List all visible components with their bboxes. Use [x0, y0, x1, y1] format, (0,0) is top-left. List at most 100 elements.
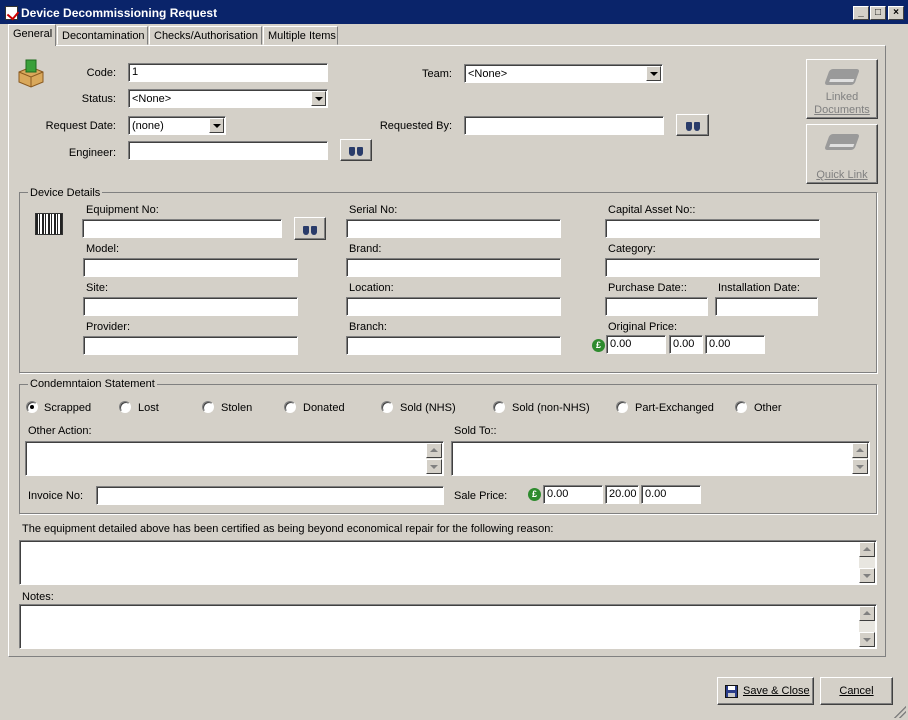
condemnation-title: Condemntaion Statement [28, 378, 157, 390]
requested-by-search-button[interactable] [676, 114, 709, 136]
brand-input[interactable] [346, 258, 561, 277]
notes-scrollbar[interactable] [859, 606, 875, 647]
cancel-label: Cancel [839, 685, 874, 697]
branch-label: Branch: [349, 321, 387, 333]
radio-sold-non-nhs-label[interactable]: Sold (non-NHS) [512, 402, 590, 414]
model-label: Model: [86, 243, 120, 255]
save-close-button[interactable]: Save & Close [717, 677, 814, 705]
radio-stolen-label[interactable]: Stolen [221, 402, 252, 414]
original-price-total[interactable]: 0.00 [705, 335, 765, 354]
original-price-pounds[interactable]: 0.00 [606, 335, 666, 354]
radio-sold-non-nhs[interactable] [493, 401, 505, 413]
notes-textarea[interactable] [19, 604, 877, 649]
reason-label: The equipment detailed above has been ce… [22, 523, 554, 535]
invoice-no-label: Invoice No: [28, 490, 84, 502]
category-input[interactable] [605, 258, 820, 277]
invoice-no-input[interactable] [96, 486, 444, 505]
request-date-picker[interactable]: (none) [128, 116, 226, 135]
serial-no-label: Serial No: [349, 204, 398, 216]
radio-lost-label[interactable]: Lost [138, 402, 159, 414]
engineer-input[interactable] [128, 141, 328, 160]
engineer-search-button[interactable] [340, 139, 372, 161]
scroll-up-icon[interactable] [852, 443, 868, 458]
radio-lost[interactable] [119, 401, 131, 413]
status-dropdown[interactable]: <None> [128, 89, 328, 108]
cancel-button[interactable]: Cancel [820, 677, 893, 705]
equipment-no-input[interactable] [82, 219, 282, 238]
sale-price-vat[interactable]: 20.00 [605, 485, 639, 504]
title-bar: Device Decommissioning Request _ □ × [0, 0, 908, 24]
tab-checks-authorisation[interactable]: Checks/Authorisation [149, 26, 262, 45]
equipment-search-button[interactable] [294, 217, 326, 240]
other-action-scrollbar[interactable] [426, 443, 442, 474]
scroll-up-icon[interactable] [859, 542, 875, 557]
barcode-icon [35, 213, 63, 235]
scroll-up-icon[interactable] [859, 606, 875, 621]
capital-asset-no-input[interactable] [605, 219, 820, 238]
scroll-down-icon[interactable] [852, 459, 868, 474]
sale-price-pounds[interactable]: 0.00 [543, 485, 603, 504]
reason-textarea[interactable] [19, 540, 877, 585]
scroll-down-icon[interactable] [859, 632, 875, 647]
radio-scrapped[interactable] [26, 401, 38, 413]
tab-decontamination[interactable]: Decontamination [57, 26, 148, 45]
book-icon [824, 134, 860, 150]
radio-donated-label[interactable]: Donated [303, 402, 345, 414]
purchase-date-input[interactable] [605, 297, 708, 316]
device-details-title: Device Details [28, 187, 103, 199]
pound-icon: £ [528, 488, 541, 501]
provider-input[interactable] [83, 336, 298, 355]
site-label: Site: [86, 282, 109, 294]
scroll-down-icon[interactable] [426, 459, 442, 474]
radio-other[interactable] [735, 401, 747, 413]
radio-scrapped-label[interactable]: Scrapped [44, 402, 91, 414]
status-value: <None> [132, 93, 172, 105]
radio-donated[interactable] [284, 401, 296, 413]
chevron-down-icon[interactable] [646, 66, 661, 81]
radio-sold-nhs-label[interactable]: Sold (NHS) [400, 402, 456, 414]
requested-by-input[interactable] [464, 116, 664, 135]
sale-price-total[interactable]: 0.00 [641, 485, 701, 504]
linked-documents-label-2: Documents [814, 104, 870, 116]
close-button[interactable]: × [888, 6, 904, 20]
radio-sold-nhs[interactable] [381, 401, 393, 413]
sold-to-textarea[interactable] [451, 441, 870, 476]
linked-documents-button[interactable]: Linked Documents [806, 59, 878, 119]
scroll-up-icon[interactable] [426, 443, 442, 458]
brand-label: Brand: [349, 243, 382, 255]
chevron-down-icon[interactable] [311, 91, 326, 106]
scroll-down-icon[interactable] [859, 568, 875, 583]
original-price-vat[interactable]: 0.00 [669, 335, 703, 354]
notes-label: Notes: [22, 591, 54, 603]
original-price-label: Original Price: [608, 321, 678, 333]
radio-stolen[interactable] [202, 401, 214, 413]
tab-general[interactable]: General [8, 24, 56, 46]
reason-scrollbar[interactable] [859, 542, 875, 583]
quick-link-button[interactable]: Quick Link [806, 124, 878, 184]
site-input[interactable] [83, 297, 298, 316]
linked-documents-label-1: Linked [825, 91, 859, 103]
minimize-button[interactable]: _ [853, 6, 869, 20]
pound-icon: £ [592, 339, 605, 352]
team-dropdown[interactable]: <None> [464, 64, 663, 83]
radio-part-exchanged-label[interactable]: Part-Exchanged [635, 402, 714, 414]
request-date-value: (none) [132, 120, 164, 132]
binoculars-icon [685, 119, 701, 131]
model-input[interactable] [83, 258, 298, 277]
save-close-label: Save & Close [743, 685, 810, 697]
other-action-textarea[interactable] [25, 441, 444, 476]
other-action-label: Other Action: [28, 425, 92, 437]
sold-to-scrollbar[interactable] [852, 443, 868, 474]
location-input[interactable] [346, 297, 561, 316]
branch-input[interactable] [346, 336, 561, 355]
installation-date-input[interactable] [715, 297, 818, 316]
serial-no-input[interactable] [346, 219, 561, 238]
radio-part-exchanged[interactable] [616, 401, 628, 413]
resize-grip-icon[interactable] [894, 706, 906, 718]
radio-other-label[interactable]: Other [754, 402, 782, 414]
maximize-button[interactable]: □ [870, 6, 886, 20]
tab-multiple-items[interactable]: Multiple Items [263, 26, 338, 45]
chevron-down-icon[interactable] [209, 118, 224, 133]
code-input[interactable]: 1 [128, 63, 328, 82]
sold-to-label: Sold To:: [454, 425, 497, 437]
